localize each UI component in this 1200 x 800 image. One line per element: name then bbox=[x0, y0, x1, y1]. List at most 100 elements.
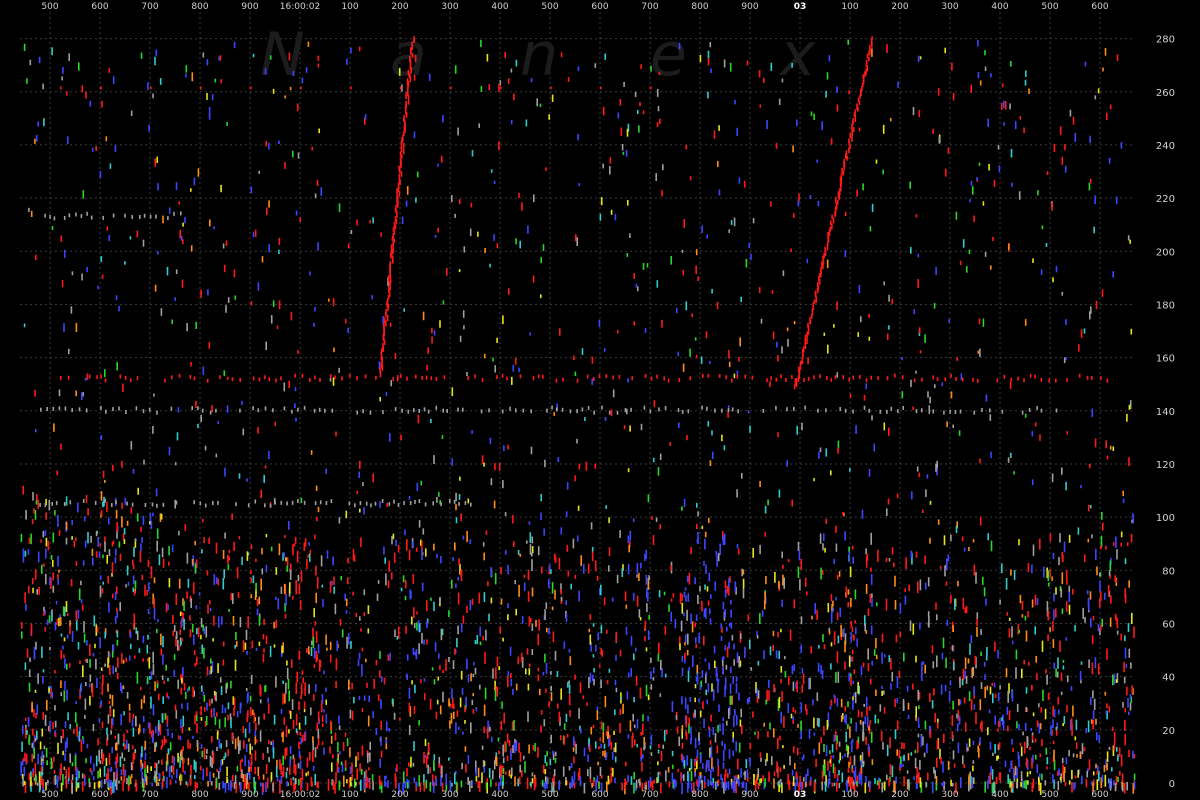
quote-mark bbox=[40, 766, 43, 772]
quote-mark bbox=[852, 680, 854, 684]
quote-mark bbox=[1093, 226, 1095, 234]
quote-mark bbox=[100, 256, 103, 262]
quote-mark bbox=[448, 698, 450, 707]
quote-mark bbox=[314, 534, 316, 540]
quote-mark bbox=[492, 357, 494, 362]
quote-mark bbox=[613, 747, 615, 752]
quote-mark bbox=[871, 203, 874, 213]
quote-mark bbox=[923, 752, 926, 758]
quote-mark bbox=[85, 494, 88, 503]
quote-mark bbox=[341, 629, 344, 638]
quote-mark bbox=[374, 501, 377, 506]
quote-mark bbox=[380, 736, 382, 746]
quote-mark bbox=[1108, 746, 1111, 750]
quote-mark bbox=[709, 360, 711, 364]
quote-mark bbox=[994, 744, 996, 754]
quote-mark bbox=[735, 741, 737, 752]
quote-mark bbox=[329, 641, 332, 650]
quote-mark bbox=[301, 670, 304, 676]
quote-mark bbox=[338, 780, 341, 791]
quote-mark bbox=[109, 768, 112, 772]
quote-mark bbox=[156, 683, 159, 689]
quote-mark bbox=[972, 377, 974, 382]
quote-mark bbox=[608, 738, 610, 747]
quote-mark bbox=[640, 756, 642, 762]
quote-mark bbox=[706, 760, 708, 768]
quote-mark bbox=[495, 756, 498, 766]
quote-mark bbox=[78, 62, 80, 71]
quote-mark bbox=[493, 760, 496, 770]
quote-mark bbox=[565, 780, 567, 786]
quote-mark bbox=[1036, 764, 1039, 774]
quote-mark bbox=[912, 623, 915, 635]
quote-mark bbox=[690, 758, 693, 770]
quote-mark bbox=[701, 405, 703, 410]
quote-mark bbox=[92, 652, 95, 657]
quote-mark bbox=[990, 451, 992, 459]
quote-mark bbox=[562, 766, 565, 777]
quote-mark bbox=[1122, 498, 1125, 503]
quote-mark bbox=[976, 378, 979, 383]
quote-mark bbox=[135, 783, 138, 792]
quote-mark bbox=[854, 691, 857, 704]
quote-mark bbox=[377, 694, 380, 701]
quote-mark bbox=[96, 375, 98, 380]
quote-mark bbox=[209, 607, 212, 612]
quote-mark bbox=[250, 763, 252, 770]
quote-mark bbox=[197, 627, 200, 637]
quote-mark bbox=[629, 425, 631, 432]
quote-mark bbox=[109, 708, 112, 717]
quote-mark bbox=[156, 628, 158, 634]
quote-mark bbox=[1090, 617, 1092, 628]
quote-mark bbox=[385, 738, 387, 744]
quote-mark bbox=[427, 764, 429, 775]
quote-mark bbox=[177, 407, 180, 413]
quote-mark bbox=[166, 266, 169, 276]
quote-mark bbox=[175, 593, 178, 605]
quote-mark bbox=[750, 667, 753, 671]
quote-mark bbox=[591, 551, 594, 562]
quote-mark bbox=[106, 554, 108, 564]
quote-mark bbox=[1037, 190, 1039, 196]
quote-mark bbox=[856, 740, 858, 750]
quote-mark bbox=[555, 378, 558, 383]
quote-mark bbox=[469, 780, 471, 792]
quote-mark bbox=[712, 689, 715, 701]
quote-mark bbox=[950, 373, 952, 378]
quote-mark bbox=[455, 583, 457, 589]
quote-mark bbox=[855, 722, 858, 732]
quote-mark bbox=[540, 710, 543, 715]
quote-mark bbox=[973, 704, 976, 710]
quote-mark bbox=[1133, 753, 1136, 759]
quote-mark bbox=[440, 502, 442, 507]
quote-mark bbox=[108, 234, 111, 242]
quote-mark bbox=[65, 91, 68, 96]
quote-mark bbox=[922, 661, 925, 665]
quote-mark bbox=[906, 685, 909, 692]
quote-mark bbox=[390, 380, 392, 387]
quote-mark bbox=[993, 683, 996, 688]
quote-mark bbox=[28, 537, 31, 544]
quote-mark bbox=[1086, 770, 1088, 778]
quote-mark bbox=[81, 781, 84, 792]
quote-mark bbox=[689, 697, 692, 702]
quote-mark bbox=[848, 655, 851, 667]
quote-mark bbox=[688, 767, 691, 772]
quote-mark bbox=[331, 580, 333, 586]
quote-mark bbox=[442, 115, 444, 123]
quote-mark bbox=[986, 647, 988, 657]
quote-mark bbox=[780, 678, 782, 684]
quote-mark bbox=[848, 775, 851, 787]
quote-mark bbox=[537, 667, 540, 672]
quote-mark bbox=[943, 535, 946, 546]
quote-mark bbox=[396, 193, 398, 201]
quote-mark bbox=[93, 763, 95, 772]
quote-mark bbox=[531, 778, 534, 784]
quote-mark bbox=[307, 41, 310, 47]
quote-mark bbox=[993, 180, 996, 187]
quote-mark bbox=[363, 695, 366, 701]
quote-mark bbox=[602, 722, 605, 732]
quote-mark bbox=[896, 676, 899, 689]
quote-mark bbox=[968, 546, 970, 551]
quote-mark bbox=[360, 537, 362, 548]
